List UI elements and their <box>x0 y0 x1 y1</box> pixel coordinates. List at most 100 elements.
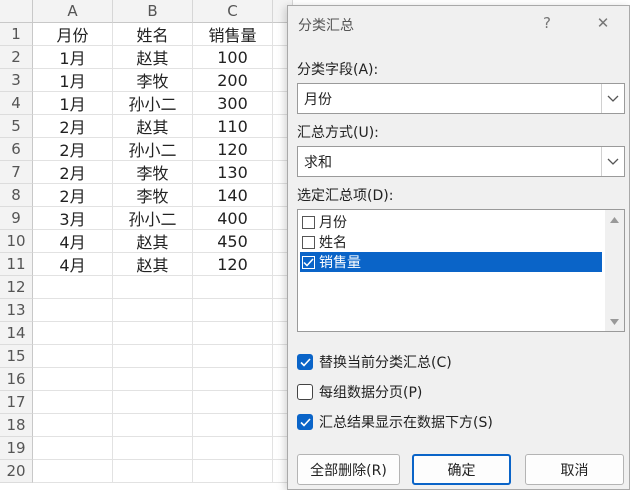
table-cell[interactable] <box>33 322 113 345</box>
table-cell[interactable] <box>33 368 113 391</box>
table-cell[interactable] <box>113 437 193 460</box>
table-cell[interactable]: 100 <box>193 46 273 69</box>
row-header[interactable]: 16 <box>0 368 33 391</box>
column-header-c[interactable]: C <box>193 0 273 23</box>
table-cell[interactable]: 450 <box>193 230 273 253</box>
table-cell[interactable] <box>33 460 113 483</box>
option-page-break[interactable]: 每组数据分页(P) <box>297 382 422 402</box>
table-cell[interactable] <box>193 276 273 299</box>
checkmark-icon[interactable] <box>297 354 313 370</box>
table-cell[interactable]: 4月 <box>33 230 113 253</box>
row-header[interactable]: 6 <box>0 138 33 161</box>
table-cell[interactable] <box>33 391 113 414</box>
select-all-corner[interactable] <box>0 0 33 23</box>
table-cell[interactable]: 120 <box>193 138 273 161</box>
table-cell[interactable]: 月份 <box>33 23 113 46</box>
checkmark-icon[interactable] <box>302 255 315 269</box>
table-cell[interactable]: 2月 <box>33 161 113 184</box>
table-cell[interactable]: 2月 <box>33 184 113 207</box>
checkbox-icon[interactable] <box>302 215 315 229</box>
table-cell[interactable] <box>113 299 193 322</box>
table-cell[interactable] <box>193 368 273 391</box>
table-cell[interactable]: 姓名 <box>113 23 193 46</box>
row-header[interactable]: 17 <box>0 391 33 414</box>
table-cell[interactable]: 李牧 <box>113 161 193 184</box>
table-cell[interactable]: 赵其 <box>113 115 193 138</box>
table-cell[interactable]: 销售量 <box>193 23 273 46</box>
group-by-select[interactable]: 月份 <box>297 83 625 114</box>
table-cell[interactable]: 1月 <box>33 92 113 115</box>
ok-button[interactable]: 确定 <box>412 454 511 485</box>
table-cell[interactable]: 110 <box>193 115 273 138</box>
table-cell[interactable] <box>193 460 273 483</box>
row-header[interactable]: 3 <box>0 69 33 92</box>
row-header[interactable]: 18 <box>0 414 33 437</box>
table-cell[interactable]: 3月 <box>33 207 113 230</box>
row-header[interactable]: 9 <box>0 207 33 230</box>
subtotal-items-list[interactable]: 月份 姓名 销售量 <box>297 209 625 332</box>
list-item-sales[interactable]: 销售量 <box>300 252 602 272</box>
table-cell[interactable]: 140 <box>193 184 273 207</box>
table-cell[interactable] <box>113 368 193 391</box>
table-cell[interactable]: 孙小二 <box>113 92 193 115</box>
row-header[interactable]: 10 <box>0 230 33 253</box>
table-cell[interactable]: 400 <box>193 207 273 230</box>
function-select[interactable]: 求和 <box>297 146 625 177</box>
table-cell[interactable]: 赵其 <box>113 253 193 276</box>
table-cell[interactable] <box>33 414 113 437</box>
option-summary-below[interactable]: 汇总结果显示在数据下方(S) <box>297 412 493 432</box>
table-cell[interactable]: 300 <box>193 92 273 115</box>
row-header[interactable]: 8 <box>0 184 33 207</box>
row-header[interactable]: 1 <box>0 23 33 46</box>
close-button[interactable]: ✕ <box>591 12 615 34</box>
table-cell[interactable]: 孙小二 <box>113 138 193 161</box>
row-header[interactable]: 4 <box>0 92 33 115</box>
table-cell[interactable]: 1月 <box>33 69 113 92</box>
table-cell[interactable]: 李牧 <box>113 184 193 207</box>
table-cell[interactable]: 2月 <box>33 115 113 138</box>
row-header[interactable]: 13 <box>0 299 33 322</box>
table-cell[interactable] <box>113 460 193 483</box>
row-header[interactable]: 14 <box>0 322 33 345</box>
table-cell[interactable] <box>113 276 193 299</box>
table-cell[interactable]: 120 <box>193 253 273 276</box>
table-cell[interactable]: 1月 <box>33 46 113 69</box>
table-cell[interactable]: 200 <box>193 69 273 92</box>
table-cell[interactable]: 2月 <box>33 138 113 161</box>
list-item-name[interactable]: 姓名 <box>300 232 602 252</box>
table-cell[interactable]: 赵其 <box>113 230 193 253</box>
help-button[interactable]: ? <box>535 12 559 34</box>
table-cell[interactable] <box>33 299 113 322</box>
table-cell[interactable] <box>113 345 193 368</box>
table-cell[interactable] <box>113 322 193 345</box>
row-header[interactable]: 2 <box>0 46 33 69</box>
row-header[interactable]: 5 <box>0 115 33 138</box>
row-header[interactable]: 11 <box>0 253 33 276</box>
scroll-up-icon[interactable] <box>605 211 624 228</box>
remove-all-button[interactable]: 全部删除(R) <box>297 454 400 485</box>
table-cell[interactable] <box>193 322 273 345</box>
table-cell[interactable]: 李牧 <box>113 69 193 92</box>
row-header[interactable]: 7 <box>0 161 33 184</box>
cancel-button[interactable]: 取消 <box>525 454 624 485</box>
list-item-month[interactable]: 月份 <box>300 212 602 232</box>
table-cell[interactable] <box>193 299 273 322</box>
table-cell[interactable] <box>33 345 113 368</box>
table-cell[interactable] <box>193 414 273 437</box>
table-cell[interactable] <box>113 391 193 414</box>
column-header-a[interactable]: A <box>33 0 113 23</box>
chevron-down-icon[interactable] <box>601 147 624 176</box>
list-scrollbar[interactable] <box>605 210 624 331</box>
checkmark-icon[interactable] <box>297 414 313 430</box>
row-header[interactable]: 19 <box>0 437 33 460</box>
row-header[interactable]: 12 <box>0 276 33 299</box>
table-cell[interactable]: 4月 <box>33 253 113 276</box>
table-cell[interactable]: 130 <box>193 161 273 184</box>
checkbox-icon[interactable] <box>297 384 313 400</box>
table-cell[interactable]: 孙小二 <box>113 207 193 230</box>
column-header-b[interactable]: B <box>113 0 193 23</box>
table-cell[interactable] <box>33 437 113 460</box>
scroll-down-icon[interactable] <box>605 313 624 330</box>
option-replace-current[interactable]: 替换当前分类汇总(C) <box>297 352 452 372</box>
row-header[interactable]: 15 <box>0 345 33 368</box>
